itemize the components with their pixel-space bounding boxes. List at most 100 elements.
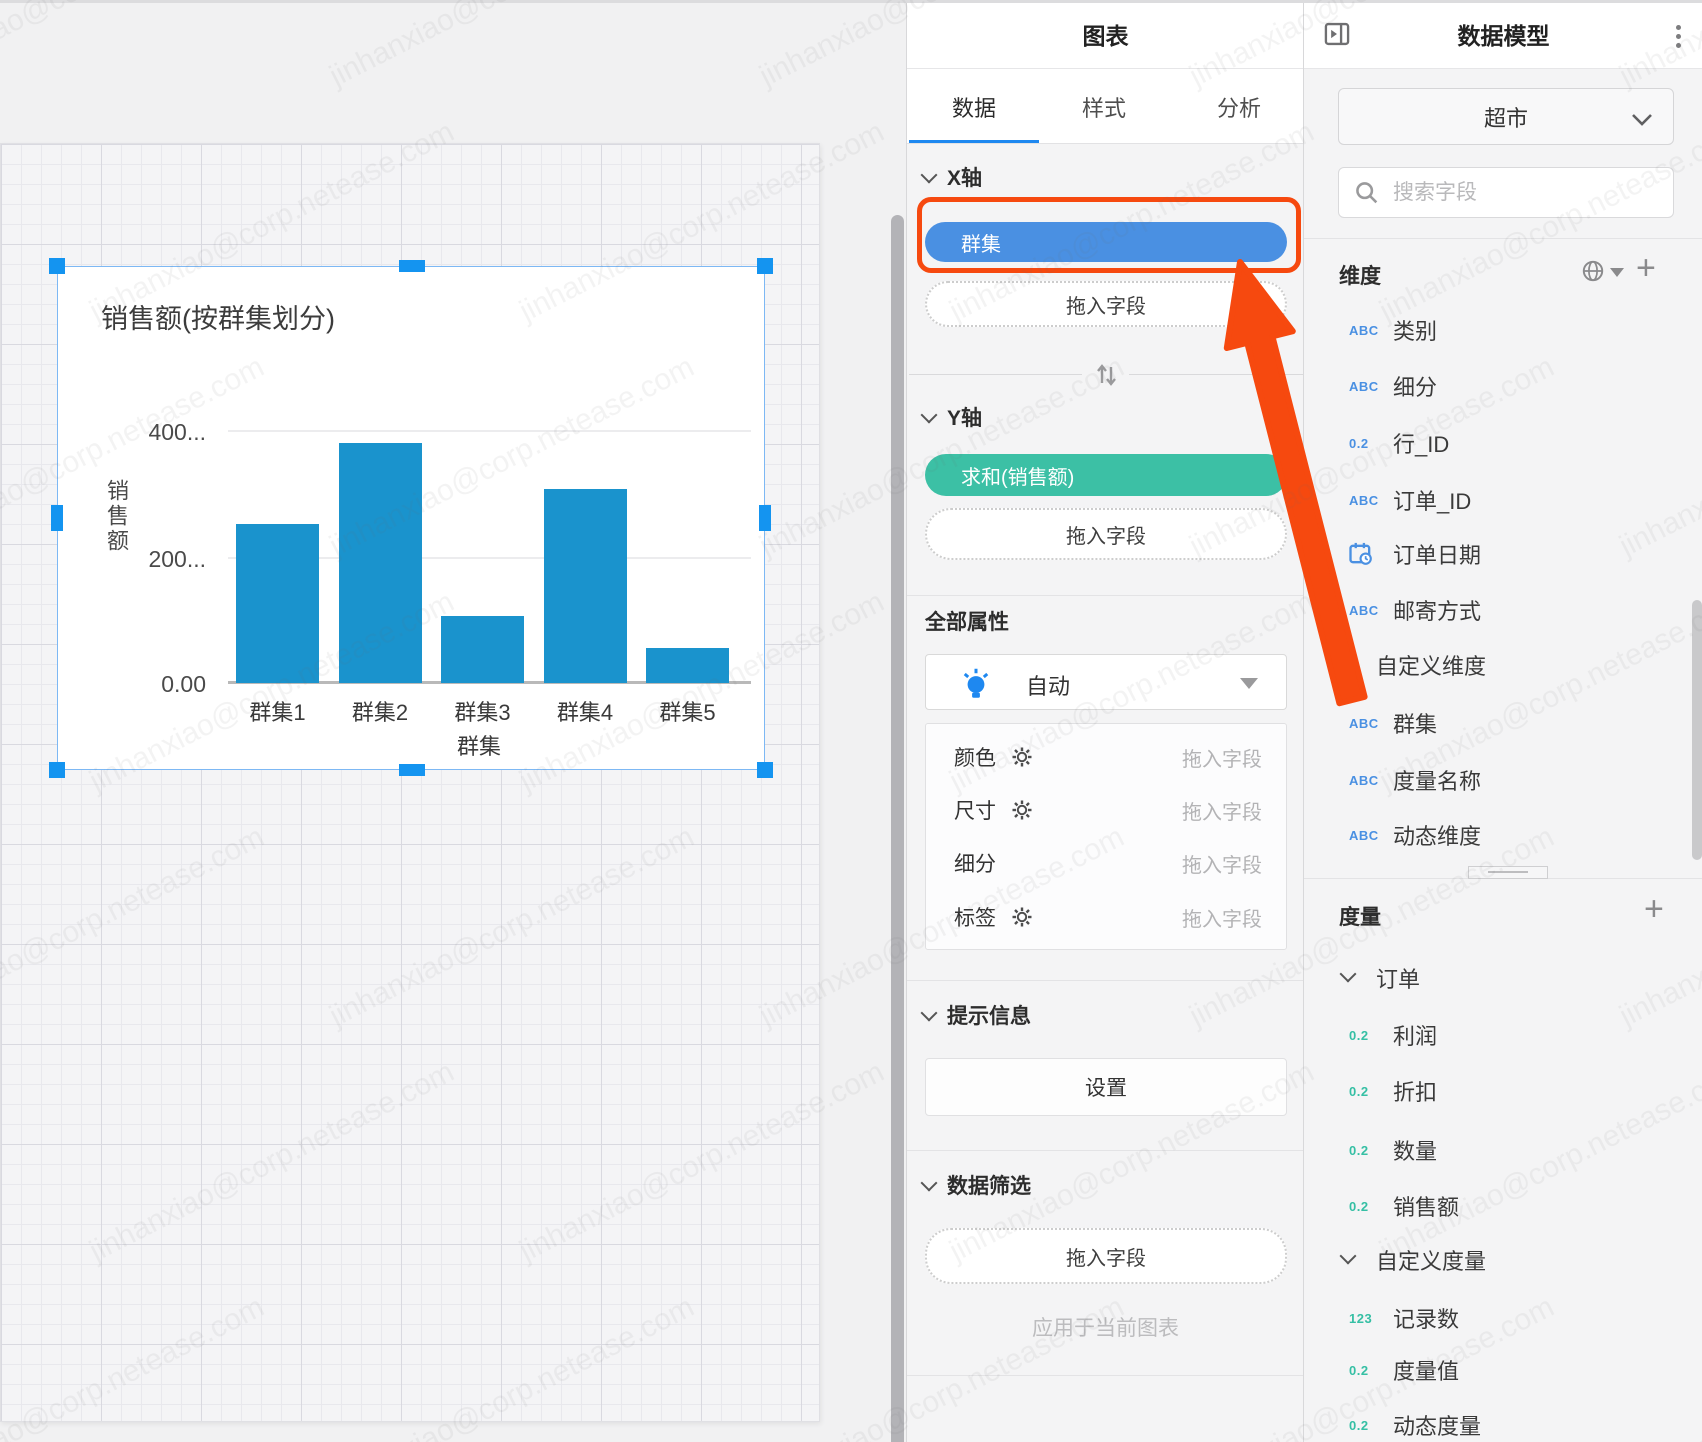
bar-cluster2[interactable] — [339, 443, 422, 683]
field-label: 群集 — [1393, 707, 1437, 739]
chart-settings-panel: 图表 数据 样式 分析 X轴 群集 拖入字段 Y轴 求 — [906, 0, 1304, 1442]
x-category-label: 群集3 — [454, 695, 510, 727]
tooltip-settings-button[interactable]: 设置 — [925, 1058, 1287, 1116]
canvas-vertical-scrollbar[interactable] — [891, 215, 904, 1442]
field-label: 行_ID — [1393, 427, 1449, 459]
property-row-size[interactable]: 尺寸 拖入字段 — [954, 793, 1262, 827]
resize-handle-s[interactable] — [399, 764, 425, 776]
group-label: 自定义维度 — [1376, 649, 1486, 681]
y-axis-field-pill[interactable]: 求和(销售额) — [925, 454, 1287, 496]
divider — [907, 1375, 1304, 1376]
dropdown-caret-icon — [1240, 678, 1258, 689]
render-mode-dropdown[interactable]: 自动 — [925, 654, 1287, 710]
y-axis-dropzone[interactable]: 拖入字段 — [925, 508, 1287, 560]
abc-icon: ABC — [1349, 603, 1383, 618]
field-label: 记录数 — [1393, 1302, 1459, 1334]
property-label: 标签 — [954, 902, 996, 932]
tab-style[interactable]: 样式 — [1082, 91, 1126, 123]
property-row-breakdown[interactable]: 细分 拖入字段 — [954, 846, 1262, 880]
bar-cluster3[interactable] — [441, 616, 524, 683]
data-model-panel: 数据模型 超市 维度 + ABC类别 A — [1303, 0, 1702, 1442]
resize-handle-nw[interactable] — [49, 258, 65, 274]
x-category-label: 群集5 — [659, 695, 715, 727]
fields-scrollbar[interactable] — [1692, 600, 1702, 860]
bar-cluster1[interactable] — [236, 524, 319, 683]
property-label: 尺寸 — [954, 795, 996, 825]
field-label: 利润 — [1393, 1019, 1437, 1051]
field-label: 度量值 — [1393, 1354, 1459, 1386]
y-tick: 400... — [114, 419, 206, 446]
collapse-panel-icon[interactable] — [1323, 20, 1351, 48]
panel-splitter-handle[interactable] — [1468, 866, 1548, 879]
globe-icon[interactable] — [1580, 258, 1606, 284]
chevron-down-icon — [921, 166, 938, 183]
drop-hint[interactable]: 拖入字段 — [1182, 743, 1262, 772]
add-dimension-button[interactable]: + — [1636, 258, 1656, 278]
resize-handle-ne[interactable] — [757, 258, 773, 274]
number-icon: 0.2 — [1349, 1199, 1383, 1214]
resize-handle-n[interactable] — [399, 260, 425, 272]
resize-handle-w[interactable] — [51, 505, 63, 531]
x-category-label: 群集1 — [249, 695, 305, 727]
field-label: 数量 — [1393, 1134, 1437, 1166]
drop-hint[interactable]: 拖入字段 — [1182, 796, 1262, 825]
filter-section-header[interactable]: 数据筛选 — [923, 1170, 1031, 1200]
property-row-color[interactable]: 颜色 拖入字段 — [954, 740, 1262, 774]
y-axis-section-header[interactable]: Y轴 — [923, 402, 982, 432]
filter-dropzone[interactable]: 拖入字段 — [925, 1228, 1287, 1284]
drop-hint[interactable]: 拖入字段 — [1182, 849, 1262, 878]
resize-handle-se[interactable] — [757, 762, 773, 778]
watermark-text: jinhanxiao@corp.netease.com — [324, 0, 699, 94]
swap-divider-right — [1129, 374, 1303, 375]
gear-icon[interactable] — [1010, 798, 1034, 822]
search-input[interactable] — [1391, 174, 1655, 212]
bar-cluster5[interactable] — [646, 648, 729, 683]
field-label: 邮寄方式 — [1393, 594, 1481, 626]
number-icon: 0.2 — [1349, 1028, 1383, 1043]
chevron-down-icon — [1340, 966, 1357, 983]
number-icon: 0.2 — [1349, 1084, 1383, 1099]
gear-icon[interactable] — [1010, 745, 1034, 769]
dataset-select[interactable]: 超市 — [1338, 88, 1674, 145]
abc-icon: ABC — [1349, 828, 1383, 843]
field-label: 订单日期 — [1393, 538, 1481, 570]
chart-panel-tabs: 数据 样式 分析 — [907, 69, 1304, 144]
bar-cluster4[interactable] — [544, 489, 627, 683]
render-mode-value: 自动 — [1026, 669, 1070, 701]
drop-hint[interactable]: 拖入字段 — [1182, 903, 1262, 932]
resize-handle-sw[interactable] — [49, 762, 65, 778]
x-category-label: 群集4 — [557, 695, 613, 727]
field-search[interactable] — [1338, 167, 1674, 218]
chart-card[interactable]: 销售额(按群集划分) 销售额 400... 200... 0.00 群集1 群集… — [57, 266, 765, 770]
y-tick: 200... — [114, 546, 206, 573]
calendar-icon — [1347, 540, 1375, 568]
swap-axes-icon[interactable] — [1092, 361, 1120, 389]
chart-title: 销售额(按群集划分) — [101, 297, 335, 336]
tab-data[interactable]: 数据 — [952, 91, 996, 123]
search-icon — [1353, 179, 1381, 207]
number-icon: 0.2 — [1349, 1363, 1383, 1378]
x-axis-section-header[interactable]: X轴 — [923, 162, 982, 192]
x-axis-dropzone[interactable]: 拖入字段 — [925, 281, 1287, 327]
tooltip-section-header[interactable]: 提示信息 — [923, 1000, 1031, 1030]
more-menu-icon[interactable] — [1676, 21, 1681, 52]
number-icon: 0.2 — [1349, 1143, 1383, 1158]
dataset-name: 超市 — [1484, 101, 1528, 133]
resize-handle-e[interactable] — [759, 505, 771, 531]
filter-scope-note: 应用于当前图表 — [907, 1312, 1304, 1342]
add-measure-button[interactable]: + — [1644, 899, 1664, 919]
property-label: 颜色 — [954, 742, 996, 772]
field-label: 动态度量 — [1393, 1409, 1481, 1441]
tooltip-label: 提示信息 — [947, 1000, 1031, 1030]
chevron-down-icon — [921, 1174, 938, 1191]
property-row-label[interactable]: 标签 拖入字段 — [954, 900, 1262, 934]
tab-analysis[interactable]: 分析 — [1217, 91, 1261, 123]
globe-caret-icon[interactable] — [1610, 268, 1624, 277]
chevron-down-icon — [1340, 653, 1357, 670]
chart-panel-title: 图表 — [1083, 17, 1129, 51]
x-axis-title: 群集 — [457, 729, 501, 761]
gear-icon[interactable] — [1010, 905, 1034, 929]
field-label: 度量名称 — [1393, 764, 1481, 796]
field-label: 订单_ID — [1393, 484, 1471, 516]
all-properties-label: 全部属性 — [925, 606, 1009, 636]
